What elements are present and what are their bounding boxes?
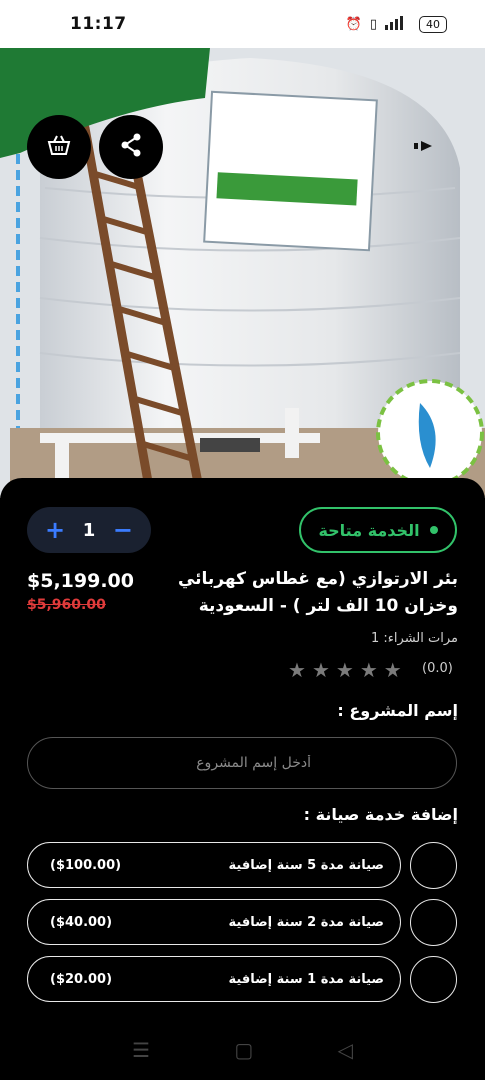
current-price: $5,199.00 bbox=[27, 570, 134, 592]
cart-button[interactable] bbox=[27, 115, 91, 179]
star-icon: ★ bbox=[311, 658, 330, 682]
availability-dot bbox=[429, 526, 438, 534]
status-bar: 11:17 ⏰ ▯ 40 bbox=[0, 0, 485, 48]
maintenance-option-5-years[interactable]: ($100.00) صيانة مدة 5 سنة إضافية bbox=[27, 842, 401, 888]
signal-icon bbox=[385, 14, 411, 34]
availability-badge: الخدمة متاحة bbox=[299, 507, 457, 553]
star-icon: ★ bbox=[383, 658, 402, 682]
option-label: صيانة مدة 1 سنة إضافية bbox=[228, 971, 385, 987]
product-image bbox=[0, 48, 485, 498]
share-button[interactable] bbox=[99, 115, 163, 179]
vibrate-icon: ▯ bbox=[369, 16, 377, 32]
option-price: ($40.00) bbox=[50, 914, 113, 930]
maintenance-radio-2-years[interactable] bbox=[410, 899, 457, 946]
maintenance-radio-5-years[interactable] bbox=[410, 842, 457, 889]
project-name-label: إسم المشروع : bbox=[337, 701, 458, 720]
option-price: ($20.00) bbox=[50, 971, 113, 987]
star-icon: ★ bbox=[335, 658, 354, 682]
recent-apps-icon[interactable]: ☰ bbox=[132, 1038, 150, 1062]
alarm-icon: ⏰ bbox=[345, 16, 362, 32]
product-title: بئر الارتوازي (مع غطاس كهربائي وخزان 10 … bbox=[177, 569, 458, 616]
maintenance-option-1-year[interactable]: ($20.00) صيانة مدة 1 سنة إضافية bbox=[27, 956, 401, 1002]
maintenance-label: إضافة خدمة صيانة : bbox=[303, 805, 458, 824]
old-price: $5,960.00 bbox=[27, 597, 106, 613]
basket-icon bbox=[46, 133, 72, 161]
maintenance-radio-1-year[interactable] bbox=[410, 956, 457, 1003]
quantity-stepper[interactable]: + 1 − bbox=[27, 507, 151, 553]
quantity-value: 1 bbox=[82, 519, 96, 541]
project-name-input[interactable] bbox=[27, 737, 457, 789]
rating-value: (0.0) bbox=[422, 661, 453, 676]
rating-stars: ★ ★ ★ ★ ★ bbox=[288, 659, 402, 681]
water-tank-illustration bbox=[0, 48, 485, 498]
quantity-increase-button[interactable]: + bbox=[45, 516, 65, 544]
system-nav-bar: ☰ ▢ ◁ bbox=[0, 1020, 485, 1080]
back-icon[interactable]: ◁ bbox=[337, 1038, 352, 1062]
purchase-count: مرات الشراء: 1 bbox=[371, 631, 458, 646]
option-label: صيانة مدة 2 سنة إضافية bbox=[228, 914, 385, 930]
option-label: صيانة مدة 5 سنة إضافية bbox=[228, 857, 385, 873]
home-icon[interactable]: ▢ bbox=[234, 1038, 253, 1062]
star-icon: ★ bbox=[288, 658, 306, 682]
option-price: ($100.00) bbox=[50, 857, 122, 873]
star-icon: ★ bbox=[359, 658, 378, 682]
quantity-decrease-button[interactable]: − bbox=[113, 516, 133, 544]
status-icons: ⏰ ▯ 40 bbox=[346, 14, 447, 34]
share-icon bbox=[120, 133, 142, 161]
maintenance-option-2-years[interactable]: ($40.00) صيانة مدة 2 سنة إضافية bbox=[27, 899, 401, 945]
video-play-icon[interactable] bbox=[414, 138, 436, 157]
battery-icon: 40 bbox=[419, 15, 447, 33]
project-banner bbox=[203, 90, 378, 252]
availability-label: الخدمة متاحة bbox=[318, 520, 420, 540]
status-time: 11:17 bbox=[70, 14, 127, 34]
